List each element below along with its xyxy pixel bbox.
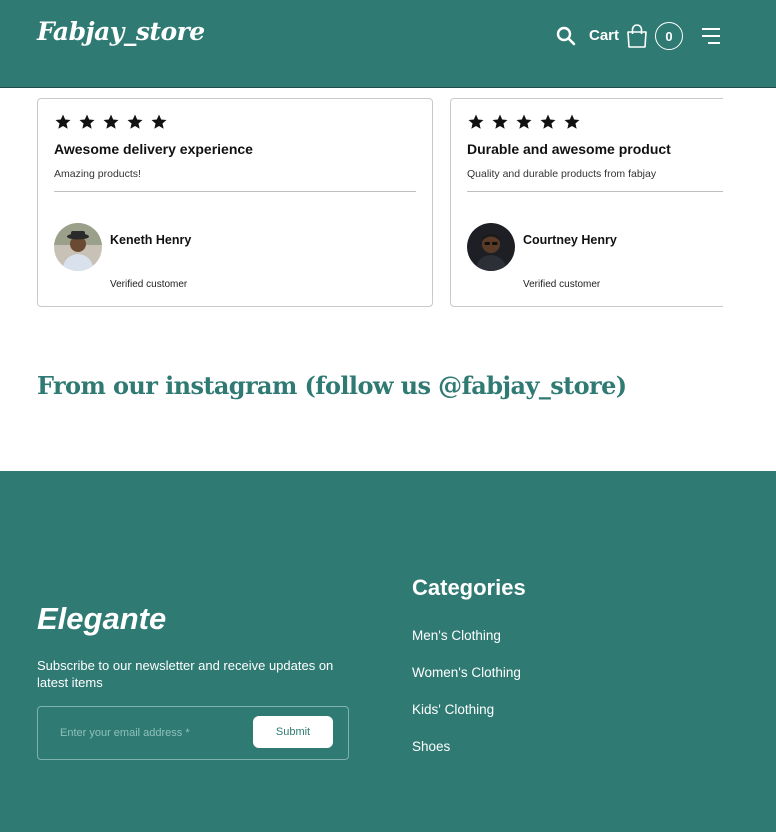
reviews-carousel[interactable]: Awesome delivery experience Amazing prod… — [37, 98, 723, 308]
review-divider — [467, 191, 723, 192]
star-icon — [492, 114, 508, 129]
star-icon — [79, 114, 95, 129]
review-title: Awesome delivery experience — [54, 141, 253, 157]
email-input[interactable] — [60, 721, 245, 745]
reviewer-name: Courtney Henry — [523, 233, 617, 247]
shopping-bag-icon[interactable] — [625, 23, 649, 49]
star-icon — [151, 114, 167, 129]
search-icon — [556, 26, 576, 46]
verified-customer-label: Verified customer — [110, 279, 188, 290]
review-title: Durable and awesome product — [467, 141, 671, 157]
categories-list: Men's Clothing Women's Clothing Kids' Cl… — [412, 628, 521, 776]
avatar — [54, 223, 102, 271]
reviewer-name: Keneth Henry — [110, 233, 192, 247]
review-body: Quality and durable products from fabjay — [467, 168, 657, 180]
star-icon — [468, 114, 484, 129]
star-icon — [55, 114, 71, 129]
review-body: Amazing products! — [54, 168, 141, 180]
verified-customer-label: Verified customer — [523, 279, 601, 290]
star-icon — [127, 114, 143, 129]
menu-button[interactable] — [699, 24, 723, 48]
search-button[interactable] — [554, 24, 578, 48]
categories-heading: Categories — [412, 575, 526, 600]
avatar — [467, 223, 515, 271]
rating-stars — [467, 113, 581, 131]
menu-icon — [702, 28, 720, 44]
category-link-mens-clothing[interactable]: Men's Clothing — [412, 628, 521, 665]
star-icon — [516, 114, 532, 129]
page: Fabjay_store Cart 0 Awesome delivery exp… — [0, 0, 776, 832]
review-card: Awesome delivery experience Amazing prod… — [37, 98, 433, 307]
cart-count-badge[interactable]: 0 — [655, 22, 683, 50]
footer-logo: Elegante — [37, 601, 167, 636]
star-icon — [564, 114, 580, 129]
site-header: Fabjay_store Cart 0 — [0, 0, 776, 88]
rating-stars — [54, 113, 168, 131]
newsletter-text: Subscribe to our newsletter and receive … — [37, 658, 334, 690]
review-divider — [54, 191, 416, 192]
submit-button[interactable]: Submit — [253, 716, 333, 748]
category-link-kids-clothing[interactable]: Kids' Clothing — [412, 702, 521, 739]
newsletter-form: Submit — [37, 706, 349, 760]
site-logo[interactable]: Fabjay_store — [37, 17, 205, 46]
star-icon — [540, 114, 556, 129]
category-link-shoes[interactable]: Shoes — [412, 739, 521, 776]
instagram-heading: From our instagram (follow us @fabjay_st… — [37, 371, 627, 400]
star-icon — [103, 114, 119, 129]
site-footer: Elegante Subscribe to our newsletter and… — [0, 471, 776, 832]
category-link-womens-clothing[interactable]: Women's Clothing — [412, 665, 521, 702]
cart-label[interactable]: Cart — [589, 27, 619, 44]
review-card: Durable and awesome product Quality and … — [450, 98, 723, 307]
